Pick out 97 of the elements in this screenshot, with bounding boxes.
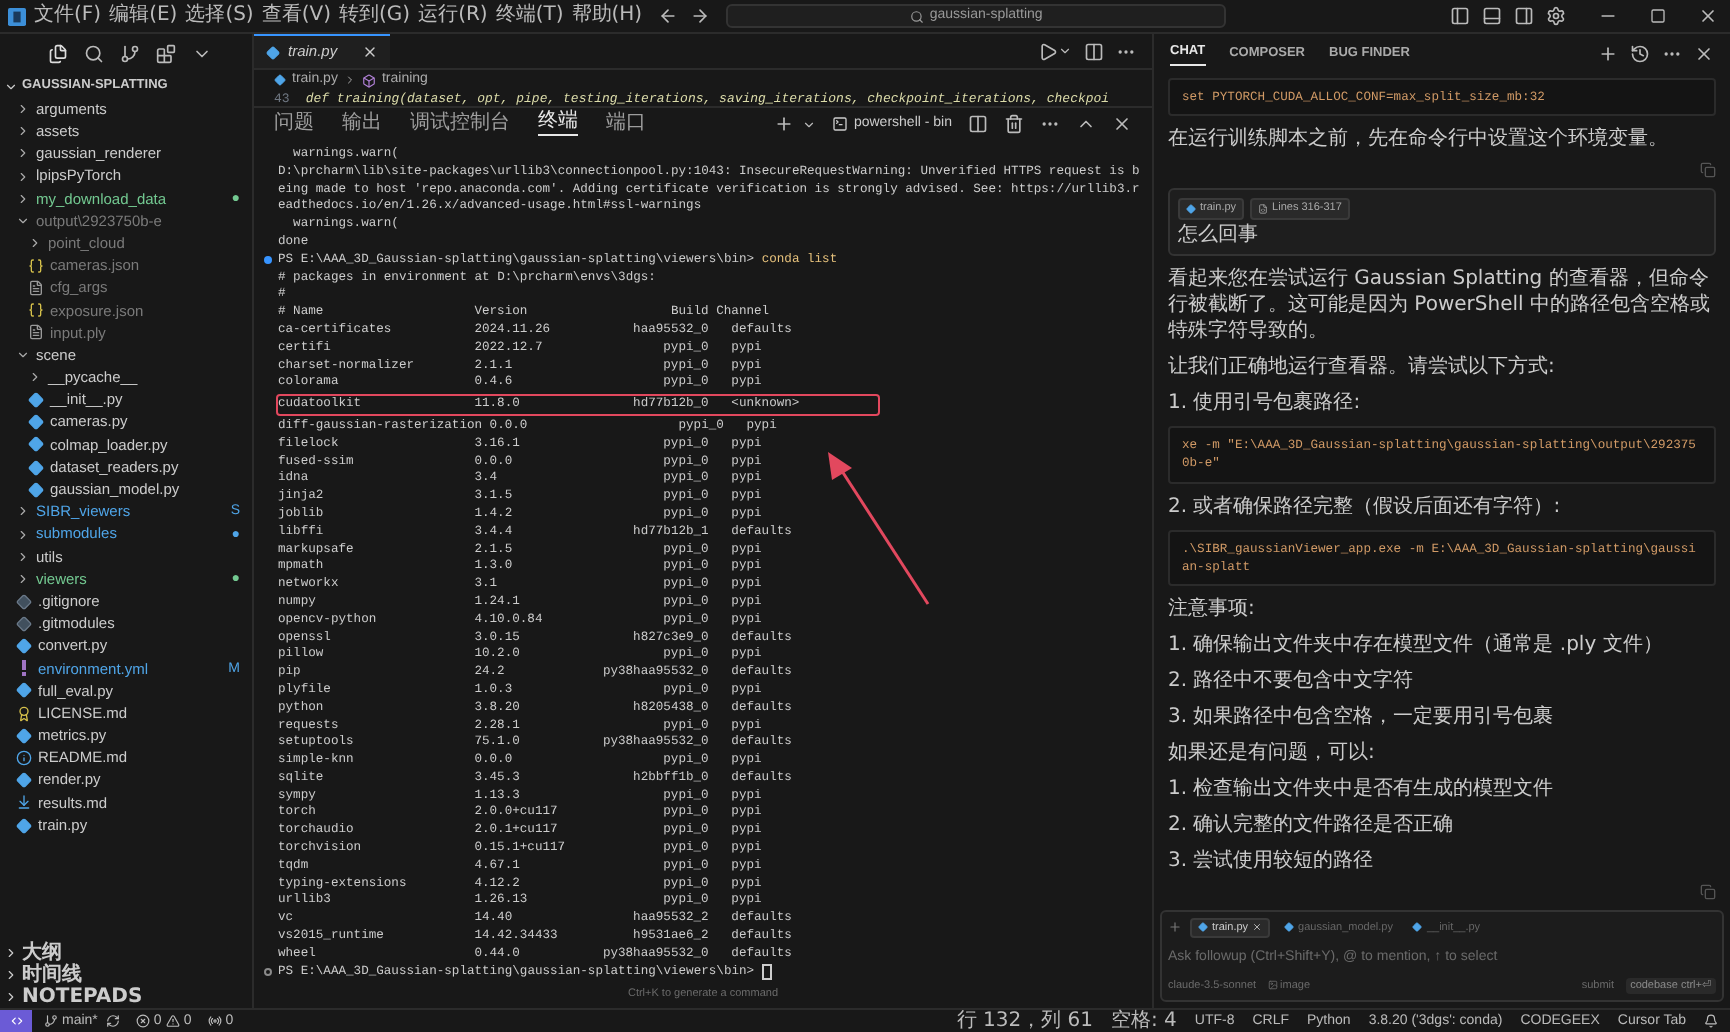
image-icon <box>1268 980 1279 991</box>
branch-icon[interactable] <box>120 44 140 64</box>
menu-item[interactable]: 选择(S) <box>185 6 254 26</box>
history-icon[interactable] <box>1630 44 1650 64</box>
panel-tab[interactable]: 终端 <box>538 112 578 136</box>
chevron-down-icon <box>16 214 30 229</box>
remote-button[interactable] <box>0 1010 32 1032</box>
section-header[interactable]: 大纲 <box>0 942 252 964</box>
chat-message: 3. 如果路径中包含空格，一定要用引号包裹 <box>1168 704 1556 731</box>
files-icon[interactable] <box>48 44 68 64</box>
diamond-icon <box>16 682 32 699</box>
menu-item[interactable]: 编辑(E) <box>109 6 178 26</box>
section-header[interactable]: 时间线 <box>0 964 252 986</box>
diamond-icon <box>266 45 280 59</box>
panel-tab[interactable]: 调试控制台 <box>410 113 510 135</box>
chat-message: 2. 路径中不要包含中文字符 <box>1168 668 1416 695</box>
chat-message: 2. 确认完整的文件路径是否正确 <box>1168 812 1456 839</box>
user-text: 怎么回事 <box>1178 225 1260 246</box>
menu-item[interactable]: 查看(V) <box>261 6 331 26</box>
section-header[interactable]: NOTEPADS <box>0 986 252 1008</box>
add-icon[interactable] <box>773 114 794 134</box>
down-arrow-icon <box>16 794 32 811</box>
chat-message: 3. 尝试使用较短的路径 <box>1168 848 1376 875</box>
chevron-down-icon <box>16 348 30 363</box>
close-icon[interactable] <box>1694 44 1714 64</box>
file-icon <box>28 324 44 341</box>
panel-left-icon[interactable] <box>1450 6 1470 26</box>
chevron-down-icon[interactable] <box>801 117 816 131</box>
menu-item[interactable]: 帮助(H) <box>571 6 643 26</box>
warning-icon <box>165 1014 180 1028</box>
chat-message: 1. 使用引号包裹路径: <box>1168 389 1363 416</box>
chevron-right-icon <box>28 236 42 251</box>
copy-icon[interactable] <box>1700 162 1716 179</box>
terminal-cursor <box>761 964 772 981</box>
blocks-icon[interactable] <box>156 44 176 64</box>
ribbon-icon <box>16 705 32 722</box>
panel-tab[interactable]: 问题 <box>274 113 314 135</box>
diamond-icon <box>1198 922 1208 933</box>
chat-message: 在运行训练脚本之前，先在命令行中设置这个环境变量。 <box>1168 126 1670 153</box>
chat-message: 如果还是有问题，可以: <box>1168 740 1377 767</box>
diamond-icon <box>1284 922 1295 933</box>
panel-bottom-icon[interactable] <box>1482 6 1502 26</box>
run-icon[interactable] <box>1038 41 1058 61</box>
file-icon <box>28 280 44 297</box>
bell-icon[interactable] <box>1704 1014 1718 1028</box>
chevron-down-icon <box>4 79 18 93</box>
chevrons-icon <box>9 1014 23 1028</box>
chevron-right-icon <box>343 74 356 86</box>
split-icon[interactable] <box>968 114 988 134</box>
exclamation-icon <box>16 660 32 677</box>
settings-icon[interactable] <box>1546 6 1566 26</box>
diamond-icon <box>16 727 32 744</box>
antenna-icon <box>207 1014 222 1028</box>
branch-icon <box>44 1014 58 1028</box>
diamond-icon <box>1186 204 1196 215</box>
chevron-down-icon[interactable] <box>1058 44 1072 58</box>
close-icon[interactable] <box>1112 114 1132 134</box>
menu-item[interactable]: 终端(T) <box>495 6 564 26</box>
info-icon <box>16 750 32 767</box>
file-icon <box>1258 204 1269 215</box>
app-logo <box>8 7 26 25</box>
panel-tab[interactable]: 端口 <box>606 113 646 135</box>
status-item[interactable]: 行 132，列 61 <box>956 1011 1093 1031</box>
back-icon[interactable] <box>658 6 679 26</box>
error-icon <box>135 1014 150 1028</box>
maximize-icon[interactable] <box>1650 8 1666 24</box>
panel-right-icon[interactable] <box>1514 6 1534 26</box>
sync-icon[interactable] <box>105 1014 120 1028</box>
close-icon[interactable] <box>361 44 378 60</box>
braces-icon <box>28 302 44 319</box>
chat-message: 1. 检查输出文件夹中是否有生成的模型文件 <box>1168 776 1556 803</box>
chat-message: 1. 确保输出文件夹中存在模型文件（通常是 .ply 文件） <box>1168 632 1665 659</box>
chat-message: 让我们正确地运行查看器。请尝试以下方式: <box>1168 353 1557 380</box>
diamond-icon <box>1412 922 1423 933</box>
add-icon[interactable] <box>1598 44 1618 64</box>
trash-icon[interactable] <box>1004 114 1024 134</box>
copy-icon[interactable] <box>1700 884 1716 901</box>
chevron-right-icon <box>28 370 42 385</box>
forward-icon[interactable] <box>690 6 711 26</box>
chat-message: 注意事项: <box>1168 596 1257 623</box>
split-icon[interactable] <box>1084 41 1104 61</box>
chat-message: 2. 或者确保路径完整（假设后面还有字符）: <box>1168 493 1563 520</box>
cube-icon <box>361 73 376 87</box>
status-item[interactable]: 空格: 4 <box>1110 1011 1177 1031</box>
braces-icon <box>28 257 44 274</box>
menu-item[interactable]: 转到(G) <box>339 6 411 26</box>
panel-tab[interactable]: 输出 <box>342 113 382 135</box>
menu-item[interactable]: 运行(R) <box>418 6 488 26</box>
search-icon <box>909 9 924 23</box>
diamond-icon <box>274 74 286 86</box>
diamond-icon <box>16 772 32 789</box>
search-icon[interactable] <box>84 44 104 64</box>
diamond-icon <box>16 817 32 834</box>
close-icon[interactable] <box>1698 6 1718 26</box>
chat-message: 看起来您在尝试运行 Gaussian Splatting 的查看器，但命令行被截断了。这可能是因为 PowerShell 中的路径包含空格或特殊字符导致的。 <box>1168 265 1712 344</box>
terminal-icon <box>831 116 848 132</box>
menu-item[interactable]: 文件(F) <box>34 6 102 26</box>
